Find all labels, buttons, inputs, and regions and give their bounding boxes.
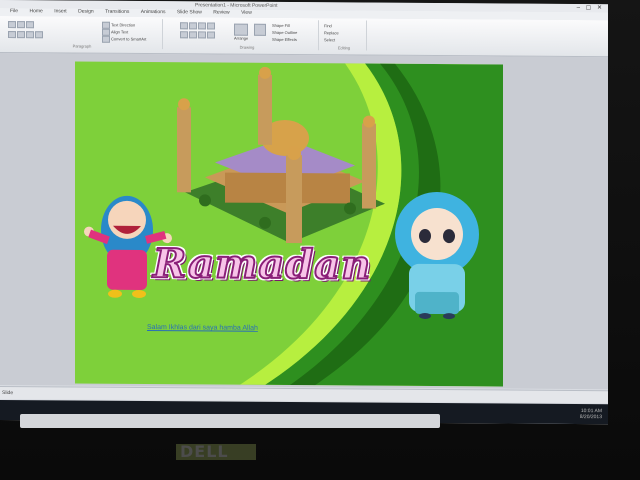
- align-left-icon: [8, 31, 16, 39]
- window-title: Presentation1 - Microsoft PowerPoint: [195, 2, 278, 9]
- justify-icon: [35, 31, 43, 39]
- align-text-icon: [102, 28, 110, 36]
- mosque-illustration: [177, 66, 385, 244]
- shape-icon: [198, 31, 206, 39]
- shape-effects-label: Shape Effects: [272, 36, 297, 43]
- tab-slide-show[interactable]: Slide Show: [177, 9, 202, 15]
- shapes-gallery-row[interactable]: [180, 31, 216, 39]
- slide-caption: Salam Ikhlas dari saya hamba Allah: [147, 324, 258, 332]
- quick-styles-icon: [254, 23, 266, 36]
- slide-artwork: [84, 63, 503, 387]
- shape-icon: [207, 22, 215, 30]
- smartart-icon: [102, 35, 110, 43]
- arrange-label: Arrange: [234, 35, 249, 41]
- shapes-gallery[interactable]: [180, 22, 216, 30]
- align-right-icon: [26, 31, 34, 39]
- monitor-bottom-edge: [20, 414, 440, 428]
- editing-group: Find Replace Select Editing: [322, 20, 367, 51]
- slide-workspace: Ramadan Salam Ikhlas dari saya hamba All…: [0, 53, 608, 390]
- shape-icon: [189, 31, 197, 39]
- convert-smartart-label: Convert to SmartArt: [111, 36, 147, 42]
- shape-effects-button[interactable]: Shape Effects: [272, 37, 297, 42]
- tab-transitions[interactable]: Transitions: [105, 9, 129, 15]
- ribbon: Text Direction Align Text Convert to Sma…: [0, 16, 608, 58]
- tab-view[interactable]: View: [241, 10, 252, 16]
- convert-smartart-button[interactable]: Convert to SmartArt: [102, 35, 147, 43]
- system-tray[interactable]: 10:01 AM 8/20/2013: [580, 408, 602, 420]
- shape-fill-button[interactable]: Shape Fill: [272, 23, 290, 28]
- window-controls[interactable]: – ▢ ✕: [577, 4, 604, 11]
- replace-button[interactable]: Replace: [324, 30, 339, 35]
- align-center-icon: [17, 31, 25, 39]
- clock-date: 8/20/2013: [579, 414, 602, 421]
- shape-icon: [180, 22, 188, 30]
- tab-file[interactable]: File: [10, 8, 18, 14]
- monitor-brand-logo: DELL: [180, 442, 229, 461]
- tab-insert[interactable]: Insert: [54, 8, 67, 14]
- align-text-label: Align Text: [111, 29, 129, 35]
- shape-icon: [198, 22, 206, 30]
- drawing-group: Arrange Shape Fill Shape Outline Shape E…: [176, 19, 319, 51]
- shape-icon: [189, 22, 197, 30]
- bullets-icon: [8, 21, 16, 29]
- drawing-group-label: Drawing: [239, 44, 255, 50]
- select-label: Select: [324, 37, 336, 43]
- shape-icon: [207, 31, 215, 39]
- tab-home[interactable]: Home: [29, 8, 42, 14]
- tab-review[interactable]: Review: [213, 9, 229, 15]
- shape-fill-label: Shape Fill: [272, 22, 290, 29]
- text-direction-icon: [102, 21, 110, 29]
- text-direction-label: Text Direction: [111, 22, 136, 28]
- find-button[interactable]: Find: [324, 23, 332, 28]
- monitor-screen: Presentation1 - Microsoft PowerPoint – ▢…: [0, 0, 608, 425]
- paragraph-group: Text Direction Align Text Convert to Sma…: [2, 18, 163, 50]
- arrange-icon: [234, 23, 248, 36]
- shape-outline-button[interactable]: Shape Outline: [272, 30, 297, 35]
- shape-outline-label: Shape Outline: [272, 29, 298, 36]
- numbering-icon: [17, 21, 25, 29]
- indent-icon: [26, 21, 34, 29]
- shape-icon: [180, 31, 188, 39]
- quick-styles-button[interactable]: [254, 23, 267, 36]
- slide-headline: Ramadan: [152, 239, 372, 290]
- arrange-button[interactable]: Arrange: [234, 23, 249, 41]
- bullets-button[interactable]: [8, 21, 35, 29]
- find-label: Find: [324, 23, 332, 29]
- slide-canvas[interactable]: Ramadan Salam Ikhlas dari saya hamba All…: [75, 61, 503, 387]
- paragraph-group-label: Paragraph: [72, 43, 92, 49]
- status-text: Slide: [2, 390, 14, 397]
- tab-animations[interactable]: Animations: [141, 9, 166, 15]
- replace-label: Replace: [324, 30, 339, 36]
- select-button[interactable]: Select: [324, 37, 335, 42]
- editing-group-label: Editing: [337, 45, 351, 51]
- align-buttons[interactable]: [8, 31, 44, 39]
- tab-design[interactable]: Design: [78, 9, 94, 15]
